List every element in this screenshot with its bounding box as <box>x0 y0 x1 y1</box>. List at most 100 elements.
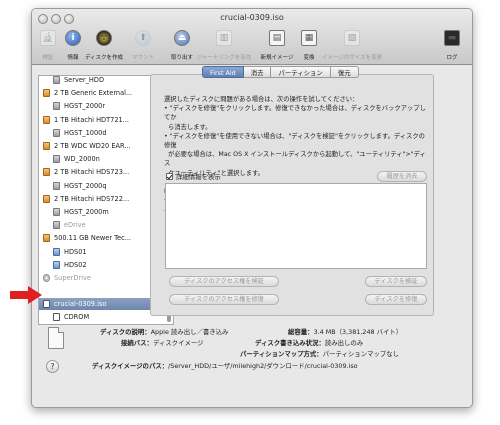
show-details-checkbox[interactable] <box>166 173 173 180</box>
toolbar-convert-button[interactable]: ▦ 変換 <box>295 29 323 63</box>
volume-icon <box>53 102 60 111</box>
volume-icon <box>53 181 60 190</box>
sidebar-item-label: HGST_2000m <box>64 208 109 216</box>
hard-disk-icon <box>43 89 50 98</box>
toolbar-log-button[interactable]: ▬ ログ <box>438 29 466 63</box>
hard-disk-icon <box>43 168 50 177</box>
info-capacity: 総容量：3.4 MB（3,381,248 バイト） <box>288 328 403 336</box>
sidebar-item-label: SuperDrive <box>54 274 91 282</box>
sidebar-item[interactable]: 2 TB Hitachi HDS722... <box>39 193 165 205</box>
toolbar-label: 情報 <box>67 55 79 61</box>
sidebar-item[interactable]: HGST_2000m <box>39 206 165 218</box>
tab-bar: First Aid 消去 パーティション 復元 <box>202 66 359 79</box>
volume-icon <box>53 221 60 230</box>
toolbar-label: 検証 <box>42 55 54 61</box>
toolbar-mount-button[interactable]: ⬆ マウント <box>129 29 157 63</box>
verify-permissions-button[interactable]: ディスクのアクセス権を検証 <box>169 276 279 287</box>
toolbar-journal-button[interactable]: ▥ ジャーナリングを有効 <box>197 29 251 63</box>
hard-disk-icon <box>43 194 50 203</box>
sidebar-item[interactable]: HDS01 <box>39 246 165 258</box>
optical-drive-icon <box>43 274 50 282</box>
sidebar-item-label: HGST_1000d <box>64 128 107 137</box>
show-details-label: 詳細情報を表示 <box>176 173 221 181</box>
microscope-icon: 🔬 <box>40 30 56 46</box>
hard-disk-icon <box>43 142 50 150</box>
sidebar-item-label: Server_HDD <box>64 76 105 84</box>
tab-1[interactable]: 消去 <box>243 66 272 78</box>
info-write-status: ディスク書き込み状況：読み出しのみ <box>255 339 364 347</box>
volume-icon <box>43 300 50 308</box>
tab-0[interactable]: First Aid <box>202 66 244 78</box>
tab-2[interactable]: パーティション <box>271 66 331 78</box>
toolbar-label: 変換 <box>303 55 315 61</box>
clear-history-button[interactable]: 履歴を消去 <box>377 171 427 182</box>
sidebar-item-label: eDrive <box>64 221 86 230</box>
info-description: ディスクの説明：Apple 読み出し／書き込み <box>100 328 229 336</box>
info-image-path: ディスクイメージのパス：/Server_HDD/ユーザ/milehigh2/ダウ… <box>92 362 358 370</box>
sidebar-item-label: CDROM <box>64 313 90 321</box>
toolbar-label: 新規イメージ <box>260 55 294 61</box>
toolbar-label: ジャーナリングを有効 <box>196 55 252 61</box>
first-aid-log <box>165 183 427 269</box>
sidebar-item-label: 500.11 GB Newer Tec... <box>54 234 132 243</box>
journal-icon: ▥ <box>216 30 232 46</box>
sidebar-item[interactable]: HGST_1000d <box>39 127 165 139</box>
resize-image-icon: ▧ <box>344 30 360 46</box>
mount-icon: ⬆ <box>135 30 151 46</box>
sidebar-item[interactable]: 2 TB WDC WD20 EAR... <box>39 140 165 152</box>
sidebar-item[interactable]: SuperDrive <box>39 272 165 284</box>
toolbar-label: マウント <box>131 55 155 61</box>
help-button[interactable]: ? <box>46 360 59 373</box>
sidebar-item[interactable]: HGST_2000r <box>39 100 165 112</box>
window-title: crucial-0309.iso <box>220 13 284 22</box>
sidebar-item[interactable]: 2 TB Generic External... <box>39 87 165 99</box>
sidebar-item-label: 2 TB Generic External... <box>54 89 133 98</box>
toolbar-info-button[interactable]: i 情報 <box>59 29 87 63</box>
toolbar-label: イメージのサイズを変更 <box>321 55 383 61</box>
red-arrow-icon <box>10 286 42 304</box>
sidebar-item-label: 2 TB Hitachi HDS722... <box>54 194 130 203</box>
disk-image-icon <box>48 327 64 349</box>
volume-icon <box>53 247 60 256</box>
toolbar-microscope-button[interactable]: 🔬 検証 <box>34 29 62 63</box>
verify-disk-button[interactable]: ディスクを検証 <box>365 276 427 287</box>
sidebar-item[interactable]: 500.11 GB Newer Tec... <box>39 232 165 244</box>
repair-disk-button[interactable]: ディスクを修復 <box>365 294 427 305</box>
sidebar-item-label: 2 TB WDC WD20 EAR... <box>54 142 131 150</box>
convert-icon: ▦ <box>301 30 317 46</box>
toolbar-resize-image-button[interactable]: ▧ イメージのサイズを変更 <box>322 29 382 63</box>
volume-icon <box>53 155 60 164</box>
sidebar-item[interactable]: 2 TB Hitachi HDS723... <box>39 166 165 178</box>
hard-disk-icon <box>43 234 50 243</box>
sidebar-item[interactable]: HGST_2000q <box>39 180 165 192</box>
sidebar-item-label: 2 TB Hitachi HDS723... <box>54 168 130 177</box>
title-bar: crucial-0309.iso 🔬 検証 i 情報 ☢ ディスクを作成 ⬆ マウント ⏏ 取り出… <box>32 9 472 65</box>
volume-icon <box>53 128 60 137</box>
toolbar-eject-button[interactable]: ⏏ 取り出す <box>168 29 196 63</box>
sidebar-item-label: WD_2000n <box>64 155 100 164</box>
sidebar-item[interactable]: HDS02 <box>39 259 165 271</box>
sidebar-item[interactable]: CDROM <box>39 311 165 323</box>
toolbar-label: ディスクを作成 <box>84 55 124 61</box>
toolbar-new-image-button[interactable]: ▤ 新規イメージ <box>260 29 294 63</box>
hard-disk-icon <box>43 115 50 124</box>
repair-permissions-button[interactable]: ディスクのアクセス権を修復 <box>169 294 279 305</box>
volume-icon <box>53 76 60 84</box>
sidebar-item-label: HDS02 <box>64 260 87 269</box>
volume-icon <box>53 208 60 216</box>
sidebar-item-label: 1 TB Hitachi HDT721... <box>54 115 130 124</box>
sidebar-item[interactable]: 1 TB Hitachi HDT721... <box>39 114 165 126</box>
tab-3[interactable]: 復元 <box>330 66 359 78</box>
new-image-icon: ▤ <box>269 30 285 46</box>
volume-icon <box>53 260 60 269</box>
toolbar-label: ログ <box>446 55 458 61</box>
sidebar-item[interactable]: Server_HDD <box>39 76 165 86</box>
burn-icon: ☢ <box>96 30 112 46</box>
info-partition-map: パーティションマップ方式：パーティションマップなし <box>240 350 400 358</box>
toolbar-burn-button[interactable]: ☢ ディスクを作成 <box>85 29 123 63</box>
sidebar-item[interactable]: eDrive <box>39 219 165 231</box>
sidebar-item-label: HGST_2000q <box>64 181 107 190</box>
sidebar-item-label: HDS01 <box>64 247 87 256</box>
log-icon: ▬ <box>444 30 460 46</box>
sidebar-item[interactable]: WD_2000n <box>39 153 165 165</box>
